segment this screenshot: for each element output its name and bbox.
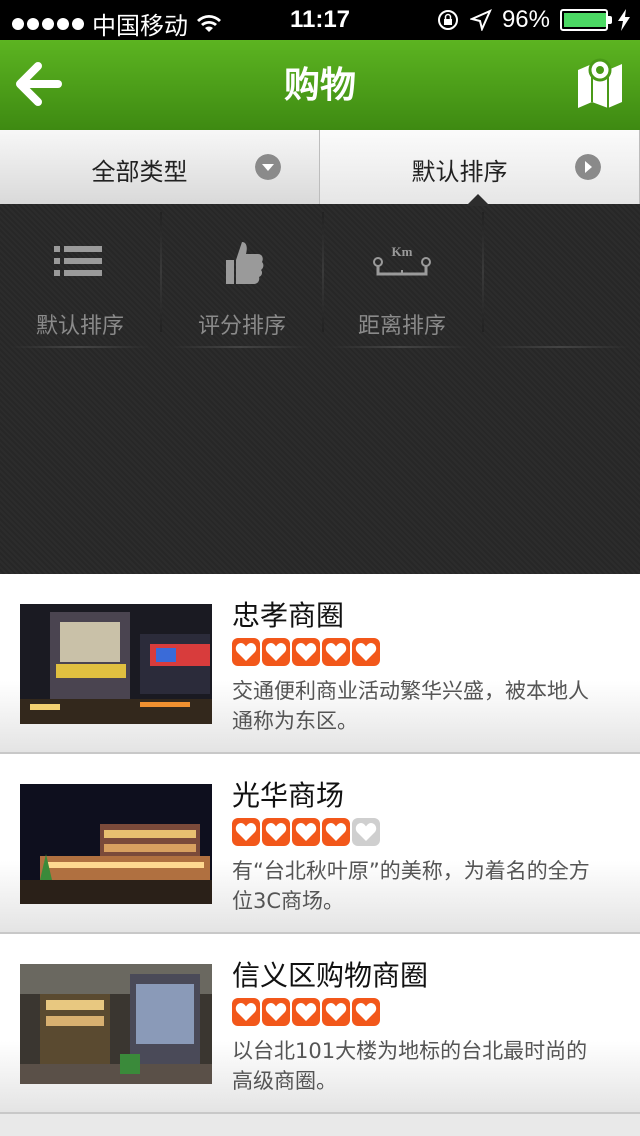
- shop-thumbnail: [20, 964, 212, 1084]
- sort-option-rating[interactable]: 评分排序: [162, 214, 322, 344]
- list-item[interactable]: 信义区购物商圈 以台北101大楼为地标的台北最时尚的高级商圈。: [0, 934, 640, 1114]
- divider: [170, 346, 310, 348]
- sort-panel: 默认排序 评分排序 Km 距离排序: [0, 204, 640, 574]
- chevron-down-icon: [255, 154, 281, 180]
- heart-filled-icon: [292, 818, 320, 846]
- sort-option-distance[interactable]: Km 距离排序: [322, 214, 482, 344]
- heart-filled-icon: [262, 818, 290, 846]
- heart-filled-icon: [292, 998, 320, 1026]
- status-bar: 中国移动 11:17 96%: [0, 0, 640, 40]
- heart-filled-icon: [322, 638, 350, 666]
- status-right: 96%: [436, 6, 630, 34]
- shop-title: 信义区购物商圈: [232, 959, 429, 992]
- chevron-right-icon: [575, 154, 601, 180]
- heart-filled-icon: [322, 998, 350, 1026]
- dropdown-pointer: [466, 194, 490, 206]
- shop-title: 忠孝商圈: [232, 599, 345, 632]
- heart-filled-icon: [322, 818, 350, 846]
- rotation-lock-icon: [437, 10, 458, 30]
- nav-bar: 购物: [0, 40, 640, 130]
- sort-filter-tab[interactable]: 默认排序: [320, 130, 640, 204]
- thumbs-up-icon: [226, 242, 264, 284]
- distance-km-icon: Km: [373, 244, 431, 276]
- divider: [490, 346, 630, 348]
- map-button[interactable]: [576, 56, 624, 110]
- battery-percent: 96%: [501, 6, 550, 33]
- type-filter-tab[interactable]: 全部类型: [0, 130, 320, 204]
- heart-filled-icon: [352, 998, 380, 1026]
- heart-filled-icon: [232, 818, 260, 846]
- sort-option-default[interactable]: 默认排序: [0, 214, 160, 344]
- divider: [330, 346, 470, 348]
- sort-option-label: 评分排序: [197, 314, 286, 339]
- heart-filled-icon: [262, 998, 290, 1026]
- heart-filled-icon: [292, 638, 320, 666]
- battery-icon: [560, 9, 612, 31]
- map-pin-icon: [578, 58, 622, 108]
- location-arrow-icon: [469, 9, 492, 31]
- sort-option-label: 默认排序: [35, 314, 124, 339]
- divider: [482, 212, 484, 332]
- rating: [232, 638, 380, 666]
- list-icon: [54, 246, 102, 276]
- shop-description: 交通便利商业活动繁华兴盛，被本地人通称为东区。: [232, 679, 589, 733]
- heart-empty-icon: [352, 818, 380, 846]
- filter-bar: 全部类型 默认排序: [0, 130, 640, 204]
- list-item[interactable]: 忠孝商圈 交通便利商业活动繁华兴盛，被本地人通称为东区。: [0, 574, 640, 754]
- shop-description: 以台北101大楼为地标的台北最时尚的高级商圈。: [232, 1039, 588, 1093]
- heart-filled-icon: [232, 998, 260, 1026]
- shop-thumbnail: [20, 784, 212, 904]
- sort-option-label: 距离排序: [357, 314, 446, 339]
- sort-filter-label: 默认排序: [411, 158, 508, 186]
- list-item[interactable]: 光华商场 有“台北秋叶原”的美称，为着名的全方位3C商场。: [0, 754, 640, 934]
- shop-thumbnail: [20, 604, 212, 724]
- rating: [232, 818, 380, 846]
- rating: [232, 998, 380, 1026]
- svg-text:Km: Km: [392, 244, 413, 259]
- charging-icon: [618, 9, 630, 31]
- page-title: 购物: [283, 65, 356, 106]
- heart-filled-icon: [232, 638, 260, 666]
- shop-list: 忠孝商圈 交通便利商业活动繁华兴盛，被本地人通称为东区。 光华商场 有“台北秋叶…: [0, 574, 640, 1114]
- divider: [10, 346, 150, 348]
- shop-description: 有“台北秋叶原”的美称，为着名的全方位3C商场。: [232, 859, 590, 913]
- shop-title: 光华商场: [232, 779, 345, 812]
- heart-filled-icon: [262, 638, 290, 666]
- heart-filled-icon: [352, 638, 380, 666]
- type-filter-label: 全部类型: [91, 158, 188, 186]
